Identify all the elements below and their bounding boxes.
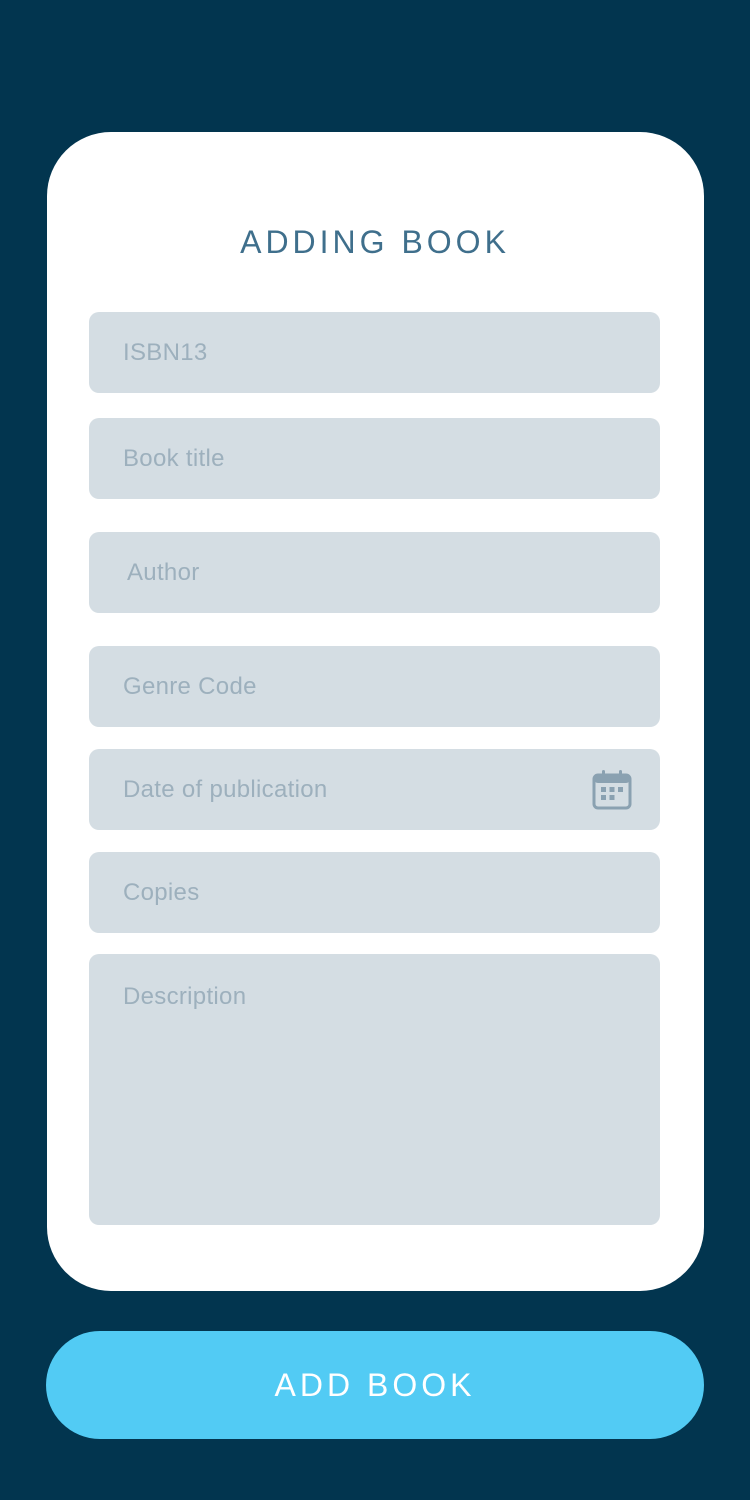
book-title-field[interactable]: Book title: [89, 418, 660, 499]
isbn-field[interactable]: ISBN13: [89, 312, 660, 393]
calendar-icon[interactable]: [592, 769, 632, 810]
author-field[interactable]: Author: [89, 532, 660, 613]
add-book-button[interactable]: ADD BOOK: [46, 1331, 704, 1439]
page-title: ADDING BOOK: [240, 224, 510, 260]
add-book-button-label: ADD BOOK: [274, 1367, 476, 1403]
publication-date-field[interactable]: Date of publication: [89, 749, 660, 830]
author-placeholder: Author: [127, 559, 200, 586]
publication-date-placeholder: Date of publication: [123, 776, 328, 803]
genre-code-placeholder: Genre Code: [123, 673, 257, 700]
description-field[interactable]: Description: [89, 954, 660, 1225]
book-title-placeholder: Book title: [123, 445, 225, 472]
genre-code-field[interactable]: Genre Code: [89, 646, 660, 727]
isbn-placeholder: ISBN13: [123, 339, 208, 366]
copies-placeholder: Copies: [123, 879, 200, 906]
description-placeholder: Description: [123, 983, 247, 1010]
copies-field[interactable]: Copies: [89, 852, 660, 933]
